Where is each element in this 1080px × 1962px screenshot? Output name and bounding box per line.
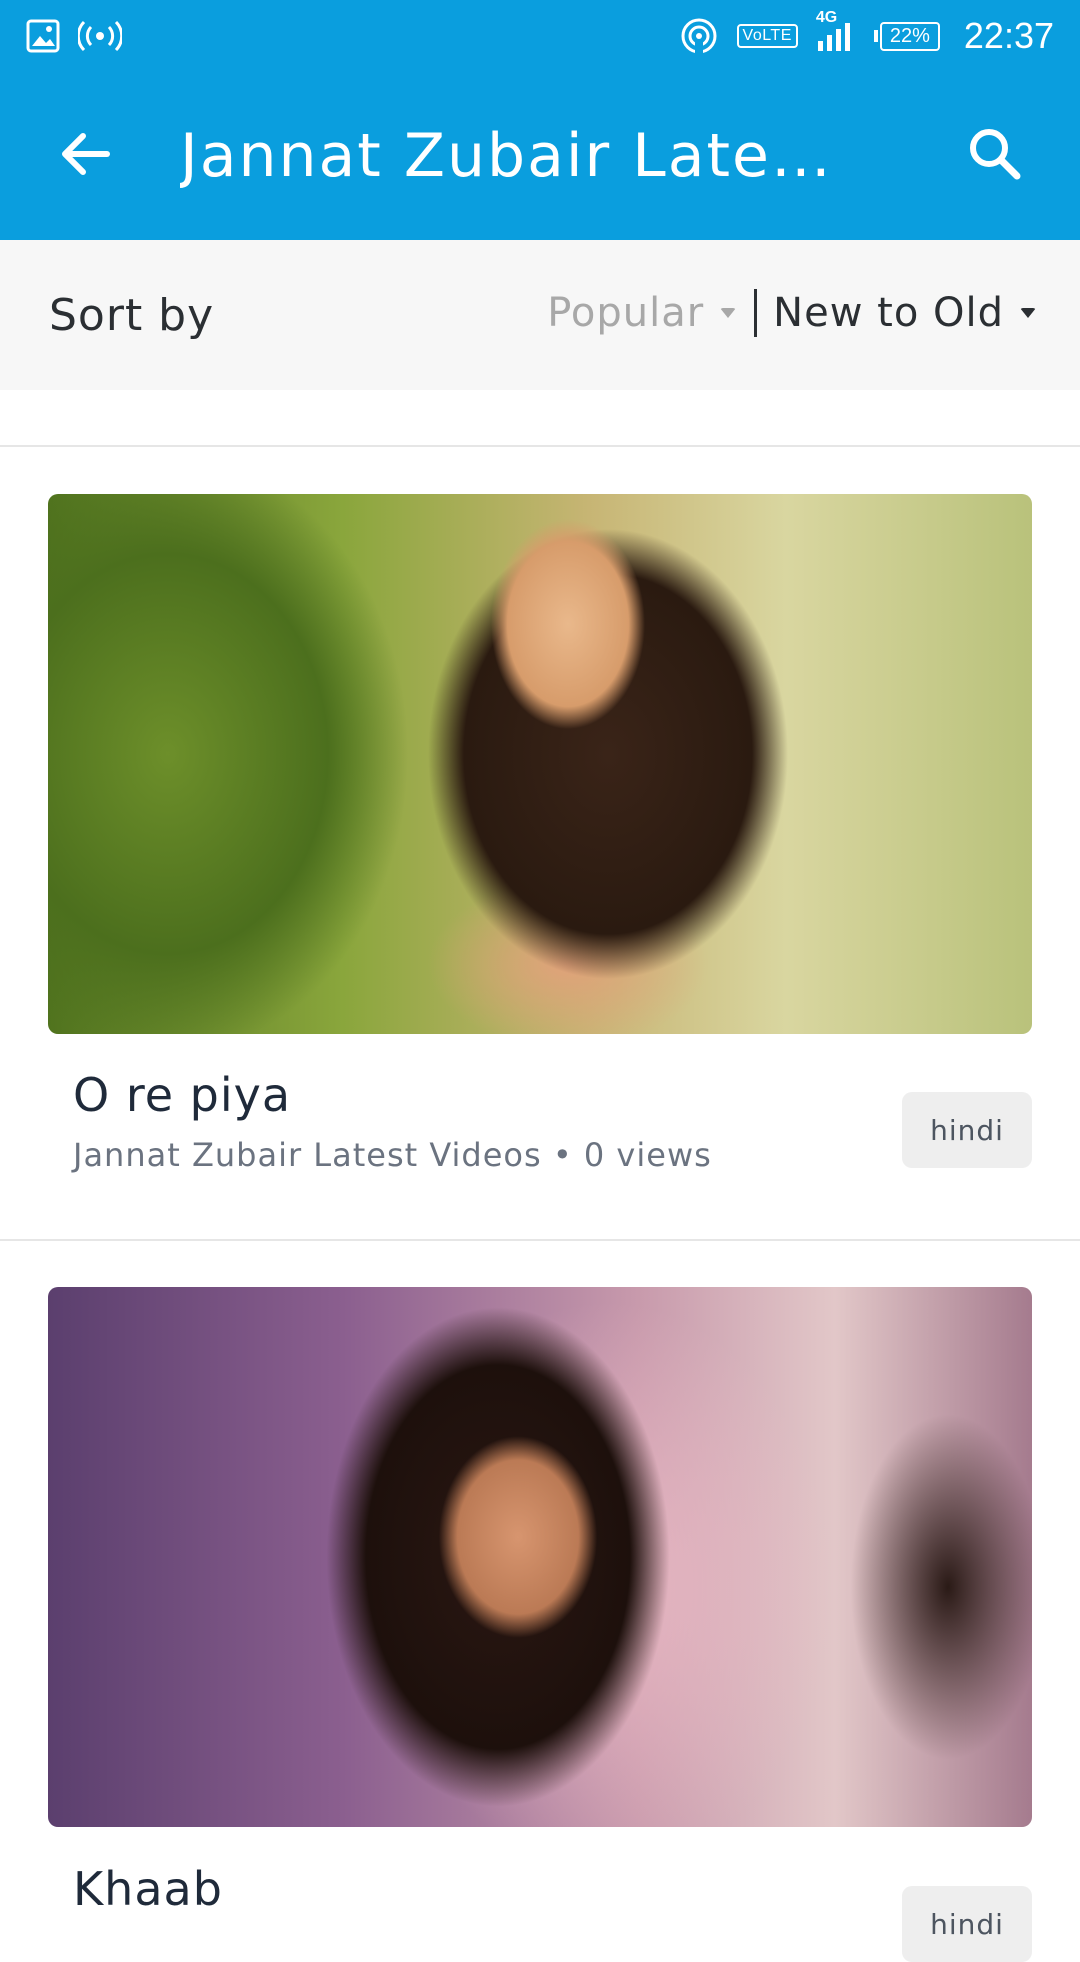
page-title: Jannat Zubair Latest… [180,121,860,191]
language-badge[interactable]: hindi [902,1886,1032,1962]
video-meta[interactable]: Khaab [73,1862,223,1916]
gallery-icon [26,19,60,53]
video-title: O re piya [73,1068,292,1122]
volte-indicator: VoLTE [736,24,798,48]
battery-icon: 22% [873,21,940,51]
status-bar: VoLTE 4G 22% 22:37 [0,0,1080,72]
hotspot-icon [78,19,122,53]
sort-option-popular[interactable]: Popular [547,290,737,336]
sort-options: Popular New to Old [547,288,1036,338]
video-title: Khaab [73,1862,223,1916]
video-subtitle: Jannat Zubair Latest Videos • 0 views [73,1136,712,1174]
divider [0,1239,1080,1241]
divider [0,445,1080,447]
sort-label: Sort by [49,290,215,341]
battery-level: 22% [879,21,940,51]
sort-option-label: Popular [547,290,705,336]
app-bar: Jannat Zubair Latest… [0,72,1080,240]
back-button[interactable] [35,106,135,206]
clock: 22:37 [963,15,1054,56]
sort-option-label: New to Old [773,290,1004,336]
dropdown-caret-icon [1020,308,1036,318]
video-meta[interactable]: O re piya Jannat Zubair Latest Videos • … [73,1068,712,1174]
search-button[interactable] [945,106,1045,206]
language-badge[interactable]: hindi [902,1092,1032,1168]
network-type: 4G [815,9,838,26]
wifi-icon [679,16,719,56]
sort-bar: Sort by Popular New to Old [0,240,1080,390]
signal-icon: 4G [816,9,856,53]
back-arrow-icon [59,128,111,184]
search-icon [967,126,1023,186]
sort-option-new-to-old[interactable]: New to Old [773,290,1036,336]
sort-divider [754,289,758,337]
video-thumbnail[interactable] [48,1287,1032,1827]
dropdown-caret-icon [720,308,737,318]
video-thumbnail[interactable] [48,494,1032,1034]
